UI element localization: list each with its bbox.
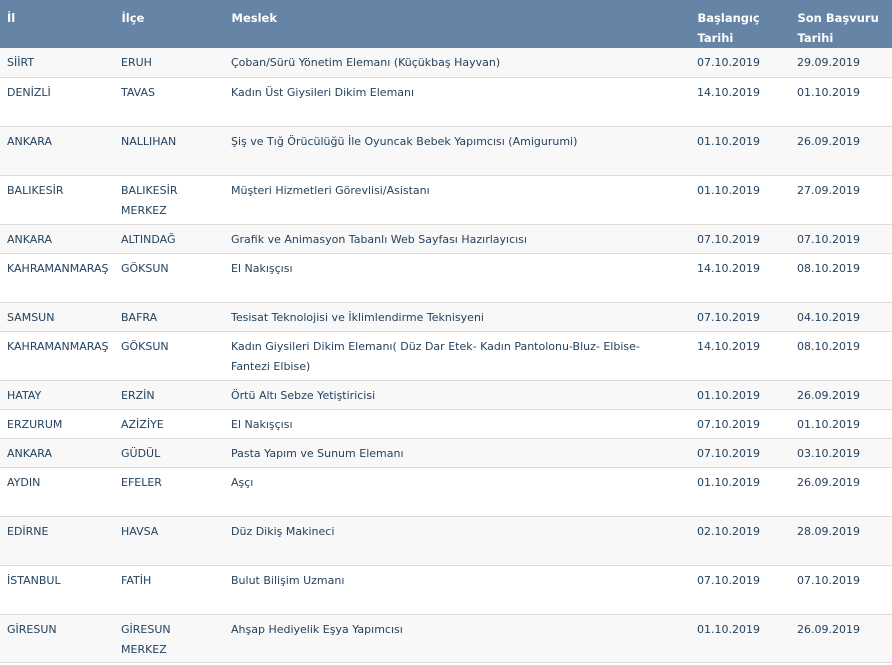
header-il[interactable]: İl [0, 0, 115, 48]
table-row[interactable]: GİRESUN GİRESUN MERKEZ Ahşap Hediyelik Eş… [0, 614, 892, 663]
cell-baslangic: 14.10.2019 [690, 77, 790, 127]
header-son-basvuru-tarihi[interactable]: Son Başvuru Tarihi [790, 0, 892, 48]
cell-ilce: HAVSA [114, 516, 224, 566]
cell-son-basvuru: 03.10.2019 [790, 438, 892, 468]
cell-son-basvuru: 26.09.2019 [790, 467, 892, 517]
cell-son-basvuru: 01.10.2019 [790, 409, 892, 439]
table-row[interactable]: BALIKESİR BALIKESİR MERKEZ Müşteri Hizmet… [0, 175, 892, 225]
cell-ilce: BAFRA [114, 302, 224, 332]
cell-meslek[interactable]: Örtü Altı Sebze Yetiştiricisi [224, 380, 690, 410]
cell-baslangic: 14.10.2019 [690, 331, 790, 381]
cell-meslek[interactable]: Düz Dikiş Makineci [224, 516, 690, 566]
cell-ilce: TAVAS [114, 77, 224, 127]
cell-baslangic: 07.10.2019 [690, 302, 790, 332]
cell-baslangic: 01.10.2019 [690, 126, 790, 176]
cell-meslek[interactable]: Çoban/Sürü Yönetim Elemanı (Küçükbaş Hay… [224, 48, 690, 78]
cell-il: ERZURUM [0, 409, 114, 439]
cell-baslangic: 07.10.2019 [690, 409, 790, 439]
cell-ilce: GİRESUN MERKEZ [114, 614, 224, 663]
cell-son-basvuru: 26.09.2019 [790, 380, 892, 410]
cell-ilce: GÖKSUN [114, 253, 224, 303]
cell-son-basvuru: 04.10.2019 [790, 302, 892, 332]
courses-table: İl İlçe Meslek Başlangıç Tarihi Son Başvu… [0, 0, 892, 663]
table-row[interactable]: KAHRAMANMARAŞ GÖKSUN Kadın Giysileri Dik… [0, 331, 892, 381]
cell-son-basvuru: 28.09.2019 [790, 516, 892, 566]
cell-son-basvuru: 27.09.2019 [790, 175, 892, 225]
cell-il: DENİZLİ [0, 77, 114, 127]
table-row[interactable]: SAMSUN BAFRA Tesisat Teknolojisi ve İkli… [0, 302, 892, 332]
cell-son-basvuru: 01.10.2019 [790, 77, 892, 127]
cell-il: ANKARA [0, 126, 114, 176]
cell-ilce: GÖKSUN [114, 331, 224, 381]
header-ilce[interactable]: İlçe [114, 0, 225, 48]
cell-meslek[interactable]: Kadın Üst Giysileri Dikim Elemanı [224, 77, 690, 127]
table-row[interactable]: DENİZLİ TAVAS Kadın Üst Giysileri Dikim … [0, 77, 892, 127]
cell-ilce: AZİZİYE [114, 409, 224, 439]
header-row: İl İlçe Meslek Başlangıç Tarihi Son Başvu… [0, 0, 892, 48]
cell-son-basvuru: 29.09.2019 [790, 48, 892, 78]
table-row[interactable]: ANKARA NALLIHAN Şiş ve Tığ Örücülüğü İle… [0, 126, 892, 176]
cell-ilce: EFELER [114, 467, 224, 517]
cell-ilce: ERZİN [114, 380, 224, 410]
header-baslangic-tarihi[interactable]: Başlangıç Tarihi [690, 0, 791, 48]
cell-baslangic: 01.10.2019 [690, 175, 790, 225]
table-header: İl İlçe Meslek Başlangıç Tarihi Son Başvu… [0, 0, 892, 48]
cell-meslek[interactable]: Bulut Bilişim Uzmanı [224, 565, 690, 615]
cell-il: İSTANBUL [0, 565, 114, 615]
cell-meslek[interactable]: El Nakışçısı [224, 409, 690, 439]
cell-ilce: ERUH [114, 48, 224, 78]
table-body: SİİRT ERUH Çoban/Sürü Yönetim Elemanı (K… [0, 48, 892, 663]
cell-baslangic: 07.10.2019 [690, 224, 790, 254]
cell-son-basvuru: 07.10.2019 [790, 565, 892, 615]
table-row[interactable]: İSTANBUL FATİH Bulut Bilişim Uzmanı 07.1… [0, 565, 892, 615]
cell-il: BALIKESİR [0, 175, 114, 225]
header-meslek[interactable]: Meslek [224, 0, 691, 48]
cell-il: EDİRNE [0, 516, 114, 566]
cell-baslangic: 07.10.2019 [690, 48, 790, 78]
cell-il: AYDIN [0, 467, 114, 517]
cell-son-basvuru: 26.09.2019 [790, 614, 892, 663]
table-row[interactable]: ANKARA GÜDÜL Pasta Yapım ve Sunum Eleman… [0, 438, 892, 468]
cell-il: SAMSUN [0, 302, 114, 332]
cell-il: ANKARA [0, 224, 114, 254]
table-row[interactable]: ERZURUM AZİZİYE El Nakışçısı 07.10.2019 … [0, 409, 892, 439]
cell-baslangic: 07.10.2019 [690, 565, 790, 615]
cell-son-basvuru: 26.09.2019 [790, 126, 892, 176]
cell-meslek[interactable]: Şiş ve Tığ Örücülüğü İle Oyuncak Bebek Y… [224, 126, 690, 176]
cell-il: GİRESUN [0, 614, 114, 663]
cell-son-basvuru: 08.10.2019 [790, 331, 892, 381]
table-row[interactable]: SİİRT ERUH Çoban/Sürü Yönetim Elemanı (K… [0, 48, 892, 78]
cell-meslek[interactable]: Tesisat Teknolojisi ve İklimlendirme Tek… [224, 302, 690, 332]
cell-meslek[interactable]: Grafik ve Animasyon Tabanlı Web Sayfası … [224, 224, 690, 254]
cell-son-basvuru: 07.10.2019 [790, 224, 892, 254]
cell-ilce: GÜDÜL [114, 438, 224, 468]
cell-il: KAHRAMANMARAŞ [0, 253, 114, 303]
table-row[interactable]: EDİRNE HAVSA Düz Dikiş Makineci 02.10.20… [0, 516, 892, 566]
cell-ilce: NALLIHAN [114, 126, 224, 176]
cell-meslek[interactable]: Pasta Yapım ve Sunum Elemanı [224, 438, 690, 468]
cell-baslangic: 07.10.2019 [690, 438, 790, 468]
cell-meslek[interactable]: Ahşap Hediyelik Eşya Yapımcısı [224, 614, 690, 663]
cell-baslangic: 01.10.2019 [690, 467, 790, 517]
cell-il: ANKARA [0, 438, 114, 468]
table-row[interactable]: ANKARA ALTINDAĞ Grafik ve Animasyon Taba… [0, 224, 892, 254]
cell-son-basvuru: 08.10.2019 [790, 253, 892, 303]
cell-ilce: FATİH [114, 565, 224, 615]
cell-il: SİİRT [0, 48, 114, 78]
cell-il: HATAY [0, 380, 114, 410]
cell-baslangic: 02.10.2019 [690, 516, 790, 566]
cell-meslek[interactable]: Kadın Giysileri Dikim Elemanı( Düz Dar E… [224, 331, 690, 381]
cell-meslek[interactable]: Müşteri Hizmetleri Görevlisi/Asistanı [224, 175, 690, 225]
table-row[interactable]: AYDIN EFELER Aşçı 01.10.2019 26.09.2019 [0, 467, 892, 517]
cell-meslek[interactable]: El Nakışçısı [224, 253, 690, 303]
table-row[interactable]: HATAY ERZİN Örtü Altı Sebze Yetiştiricis… [0, 380, 892, 410]
cell-baslangic: 01.10.2019 [690, 614, 790, 663]
table-row[interactable]: KAHRAMANMARAŞ GÖKSUN El Nakışçısı 14.10.… [0, 253, 892, 303]
cell-ilce: BALIKESİR MERKEZ [114, 175, 224, 225]
cell-baslangic: 01.10.2019 [690, 380, 790, 410]
cell-baslangic: 14.10.2019 [690, 253, 790, 303]
cell-ilce: ALTINDAĞ [114, 224, 224, 254]
cell-il: KAHRAMANMARAŞ [0, 331, 114, 381]
cell-meslek[interactable]: Aşçı [224, 467, 690, 517]
